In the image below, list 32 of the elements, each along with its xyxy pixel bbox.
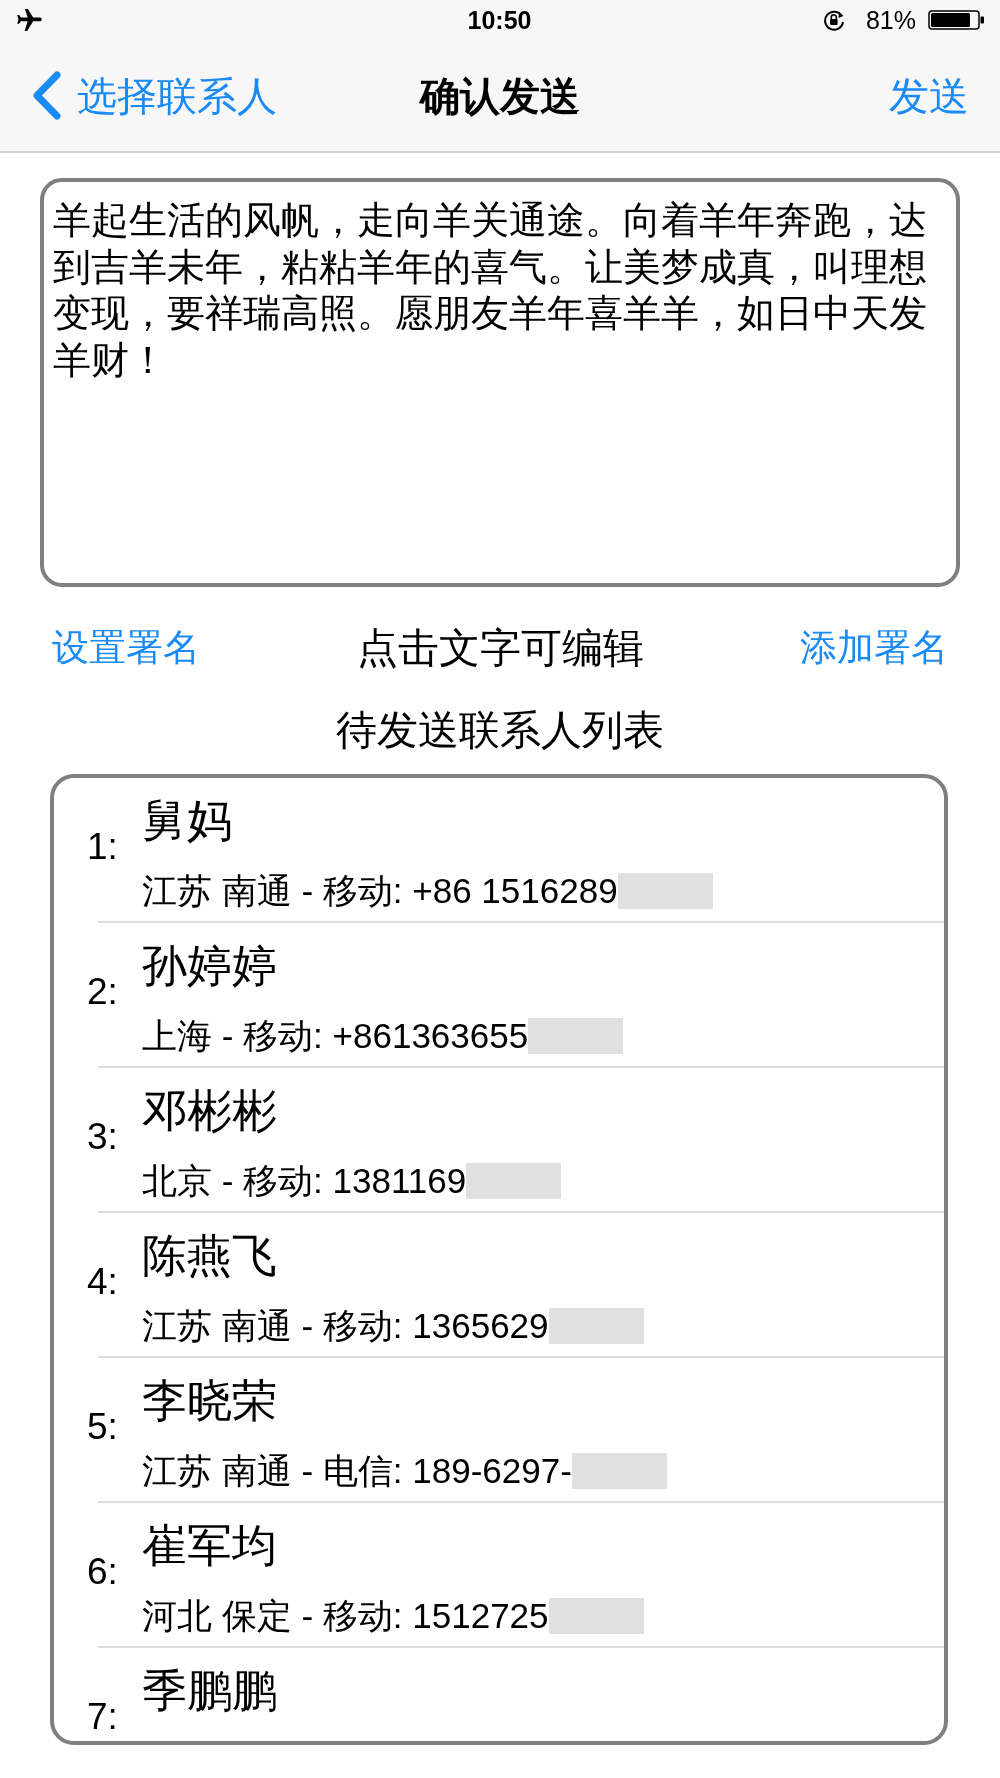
contact-detail: 上海 - 移动: +861363655 [142,1016,529,1056]
contact-name: 季鹏鹏 [142,1664,277,1718]
send-button[interactable]: 发送 [889,70,969,121]
row-number: 1: [86,825,119,869]
back-button[interactable]: 选择联系人 [31,70,277,121]
battery-icon [928,10,985,30]
row-number: 6: [86,1550,119,1594]
add-signature-link[interactable]: 添加署名 [800,625,948,671]
contact-detail: 江苏 南通 - 移动: +86 1516289 [142,871,618,911]
contact-detail: 江苏 南通 - 电信: 189-6297- [142,1451,572,1491]
contact-detail: 河北 保定 - 移动: 1512725 [142,1596,549,1636]
contact-name: 舅妈 [142,794,232,848]
contact-name: 崔军均 [142,1519,277,1573]
edit-hint-text: 点击文字可编辑 [356,624,644,672]
contact-detail: 北京 - 移动: 1381169 [142,1161,467,1201]
contact-name: 陈燕飞 [142,1229,277,1283]
contact-name: 孙婷婷 [142,939,277,993]
row-number: 2: [86,970,119,1014]
row-number: 4: [86,1260,119,1304]
row-number: 3: [86,1115,119,1159]
contact-name: 李晓荣 [142,1374,277,1428]
chevron-left-icon [31,71,62,120]
set-signature-link[interactable]: 设置署名 [52,625,200,671]
message-text-field[interactable]: 羊起生活的风帆，走向羊关通途。向着羊年奔跑，达到吉羊未年，粘粘羊年的喜气。让美梦成真，叫理想变现，要祥瑞高照。愿朋友羊年喜羊羊，如日中天发羊财！ [40,178,960,587]
contact-name: 邓彬彬 [142,1084,277,1138]
row-number: 5: [86,1405,119,1449]
contact-list-heading: 待发送联系人列表 [336,706,664,754]
status-time: 10:50 [467,5,532,35]
contact-detail: 江苏 南通 - 移动: 1365629 [142,1306,549,1346]
battery-percent: 81% [865,5,916,35]
row-number: 7: [86,1695,119,1739]
navigation-title: 确认发送 [420,72,580,120]
